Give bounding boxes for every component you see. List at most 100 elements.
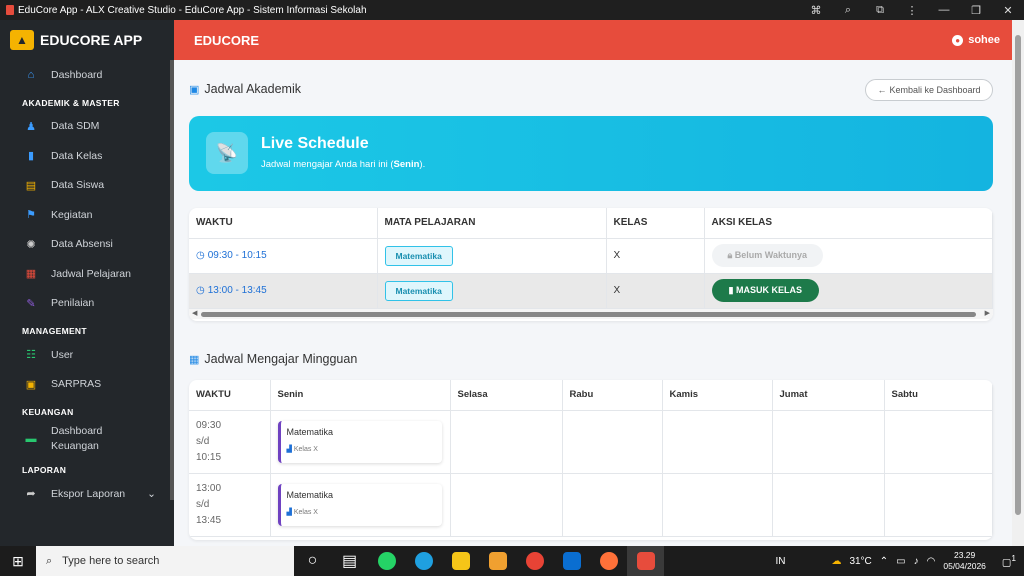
rabu-cell xyxy=(562,410,663,474)
subject-cell: Matematika xyxy=(377,238,607,274)
sidebar-item-dashboard-keuangan[interactable]: ▬ Dashboard Keuangan xyxy=(0,421,174,457)
scroll-right-arrow[interactable]: ▶ xyxy=(985,309,990,317)
col-mata-pelajaran: MATA PELAJARAN xyxy=(377,208,607,239)
action-cell: 🔒︎ Belum Waktunya xyxy=(704,238,993,274)
extensions-icon[interactable]: ⧉ xyxy=(864,4,896,17)
sidebar-item-data-absensi[interactable]: ✺ Data Absensi xyxy=(0,230,174,260)
col-waktu: WAKTU xyxy=(189,380,271,411)
fingerprint-icon: ✺ xyxy=(26,238,36,251)
clock-date: 05/04/2026 xyxy=(943,561,986,571)
today-schedule-card: WAKTU MATA PELAJARAN KELAS AKSI KELAS ◷ 0… xyxy=(189,208,993,321)
header-title: EDUCORE xyxy=(194,32,260,48)
translate-icon[interactable]: ⌘ xyxy=(800,4,832,17)
language-indicator[interactable]: IN xyxy=(775,556,785,567)
lesson-subject: Matematika xyxy=(286,489,334,500)
sidebar-item-data-siswa[interactable]: ▤ Data Siswa xyxy=(0,171,174,201)
id-card-icon: ▤ xyxy=(25,179,37,192)
brand[interactable]: ▲ EDUCORE APP xyxy=(0,20,174,60)
weekly-title: Jadwal Mengajar Mingguan xyxy=(204,352,358,366)
sidebar-item-label: User xyxy=(51,348,74,361)
user-menu[interactable]: ● sohee xyxy=(952,34,1000,46)
firefox-icon[interactable] xyxy=(590,546,627,576)
sidebar-item-label: Dashboard xyxy=(51,68,103,81)
back-to-dashboard-button[interactable]: ← Kembali ke Dashboard xyxy=(865,79,993,101)
hero-day: Senin xyxy=(393,159,420,170)
col-selasa: Selasa xyxy=(450,380,563,411)
subject-cell: Matematika xyxy=(377,273,607,309)
page-scrollbar-thumb[interactable] xyxy=(1015,35,1021,515)
sidebar-item-sarpras[interactable]: ▣ SARPRAS xyxy=(0,370,174,400)
window-title: EduCore App - ALX Creative Studio - EduC… xyxy=(18,4,367,16)
active-app-icon[interactable] xyxy=(627,546,664,576)
taskbar-search[interactable]: ⌕ Type here to search xyxy=(36,546,294,576)
school-icon: ▲ xyxy=(10,30,34,50)
class-cell: X xyxy=(606,273,705,309)
temperature[interactable]: 31°C xyxy=(849,556,871,567)
notification-icon[interactable]: ▢1 xyxy=(1002,553,1016,568)
academic-title: Jadwal Akademik xyxy=(204,82,301,96)
brand-name: EDUCORE APP xyxy=(40,32,143,48)
restore-button[interactable]: ❐ xyxy=(960,4,992,17)
scroll-left-arrow[interactable]: ◀ xyxy=(192,309,197,317)
lesson-card[interactable]: Matematika ▟ Kelas X xyxy=(277,483,442,526)
task-view-icon[interactable]: ▤ xyxy=(331,546,368,576)
wallet-icon: ▬ xyxy=(25,432,37,445)
sidebar-item-data-kelas[interactable]: ▮ Data Kelas xyxy=(0,141,174,171)
time-value: 13:00 - 13:45 xyxy=(207,285,267,296)
edge-icon[interactable] xyxy=(405,546,442,576)
wifi-icon[interactable]: ◠ xyxy=(927,556,936,567)
close-button[interactable]: ✕ xyxy=(992,4,1024,17)
sidebar-item-user[interactable]: ☷ User xyxy=(0,340,174,370)
lesson-card[interactable]: Matematika ▟ Kelas X xyxy=(277,420,442,463)
store-icon[interactable] xyxy=(479,546,516,576)
table-row: 13:00 s/d 13:45 Matematika ▟ Kelas X xyxy=(189,473,993,537)
whatsapp-icon[interactable] xyxy=(368,546,405,576)
sidebar-item-kegiatan[interactable]: ⚑ Kegiatan xyxy=(0,200,174,230)
clock[interactable]: 23.29 05/04/2026 xyxy=(943,550,986,572)
search-icon[interactable]: ⌕ xyxy=(832,4,864,17)
lesson-subject: Matematika xyxy=(286,426,334,437)
sidebar-item-dashboard[interactable]: ⌂ Dashboard xyxy=(0,60,174,90)
table-row: ◷ 09:30 - 10:15 Matematika X 🔒︎ Belum Wak… xyxy=(189,238,993,274)
academic-section-title: ▣ Jadwal Akademik xyxy=(189,82,301,96)
more-icon[interactable]: ⋮ xyxy=(896,4,928,17)
hero-sub-suffix: ). xyxy=(419,159,426,170)
sidebar-nav: ⌂ Dashboard AKADEMIK & MASTER ♟ Data SDM ▮ Dat… xyxy=(0,60,174,509)
user-tie-icon: ♟ xyxy=(26,120,36,133)
start-time: 13:00 xyxy=(196,482,222,494)
mail-icon[interactable] xyxy=(553,546,590,576)
sidebar-item-data-sdm[interactable]: ♟ Data SDM xyxy=(0,112,174,142)
subject-badge: Matematika xyxy=(384,280,453,301)
table-row: 09:30 s/d 10:15 Matematika ▟ Kelas X xyxy=(189,410,993,474)
lock-icon: 🔒︎ xyxy=(727,250,735,260)
volume-icon[interactable]: ♪ xyxy=(914,556,919,567)
chevron-down-icon: ⌄ xyxy=(147,487,156,500)
sidebar-item-penilaian[interactable]: ✎ Penilaian xyxy=(0,289,174,319)
sidebar-item-label: Data Kelas xyxy=(51,149,103,162)
cortana-icon[interactable]: ○ xyxy=(294,546,331,576)
kamis-cell xyxy=(662,473,773,537)
col-waktu: WAKTU xyxy=(189,208,378,239)
file-explorer-icon[interactable] xyxy=(442,546,479,576)
chrome-icon[interactable] xyxy=(516,546,553,576)
table-horizontal-scrollbar[interactable]: ◀ ▶ xyxy=(189,309,993,319)
class-cell: X xyxy=(606,238,705,274)
sidebar: ▲ EDUCORE APP ⌂ Dashboard AKADEMIK & MASTE… xyxy=(0,20,174,546)
windows-start-icon[interactable]: ⊞ xyxy=(0,553,36,570)
sidebar-item-ekspor-laporan[interactable]: ➦ Ekspor Laporan ⌄ xyxy=(0,479,174,509)
col-kelas: KELAS xyxy=(606,208,705,239)
network-icon[interactable]: ▭ xyxy=(896,556,905,567)
weather-icon[interactable]: ☁ xyxy=(831,556,841,567)
scrollbar-thumb[interactable] xyxy=(201,312,976,317)
sidebar-item-jadwal-pelajaran[interactable]: ▦ Jadwal Pelajaran xyxy=(0,259,174,289)
minimize-button[interactable]: — xyxy=(928,4,960,16)
chevron-up-icon[interactable]: ⌃ xyxy=(880,556,888,567)
time-cell: 13:00 s/d 13:45 xyxy=(189,473,271,537)
sidebar-item-label: Jadwal Pelajaran xyxy=(51,267,131,280)
calendar-check-icon: ▣ xyxy=(189,83,200,96)
action-cell: ▮ MASUK KELAS xyxy=(704,273,993,309)
page-scrollbar[interactable] xyxy=(1012,20,1024,546)
boxes-icon: ▣ xyxy=(25,378,37,391)
end-time: 10:15 xyxy=(196,451,222,463)
enter-class-button[interactable]: ▮ MASUK KELAS xyxy=(711,279,819,302)
